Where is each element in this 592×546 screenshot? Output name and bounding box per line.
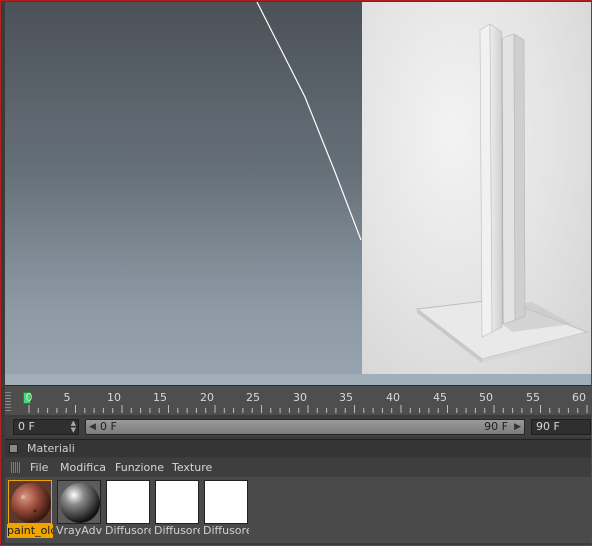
timeline-ruler[interactable]: 0 5 10 15 20 25 30 35 40 45 50 55 60	[13, 386, 591, 416]
range-start-label: 0 F	[100, 420, 117, 433]
tick-label: 5	[63, 391, 71, 404]
tick-label: 30	[293, 391, 307, 404]
range-slider[interactable]: ◀ 0 F 90 F ▶	[85, 419, 525, 435]
tick-label: 40	[386, 391, 400, 404]
viewport[interactable]	[5, 2, 591, 385]
material-name: Diffusore	[105, 524, 151, 537]
range-bar: 0 F ▲ ▼ ◀ 0 F 90 F ▶ 90 F	[5, 417, 591, 437]
tick-label: 35	[339, 391, 353, 404]
material-preview	[57, 480, 101, 524]
material-preview	[155, 480, 199, 524]
material-preview	[8, 480, 52, 524]
materials-panel-title: Materiali	[27, 442, 75, 455]
menu-funzione[interactable]: Funzione	[115, 461, 164, 474]
column-render	[415, 23, 589, 363]
end-frame-value: 90 F	[536, 420, 560, 433]
material-name: Diffusore	[154, 524, 200, 537]
tick-label: 50	[479, 391, 493, 404]
material-name: VrayAdva	[56, 524, 102, 537]
tick-label: 10	[107, 391, 121, 404]
grip-icon[interactable]	[5, 392, 11, 412]
material-item[interactable]: paint_olc	[7, 480, 53, 538]
material-item[interactable]: Diffusore	[203, 480, 249, 538]
tick-label: 0	[25, 391, 33, 404]
arrow-left-icon[interactable]: ◀	[89, 420, 96, 434]
materials-menubar: File Modifica Funzione Texture	[5, 458, 591, 477]
tick-label: 55	[526, 391, 540, 404]
arrow-right-icon[interactable]: ▶	[514, 420, 521, 434]
material-item[interactable]: Diffusore	[154, 480, 200, 538]
tick-label: 45	[433, 391, 447, 404]
tick-label: 20	[200, 391, 214, 404]
end-frame-field[interactable]: 90 F	[531, 419, 591, 435]
menu-modifica[interactable]: Modifica	[60, 461, 106, 474]
materials-list: paint_olc VrayAdva	[5, 477, 591, 543]
material-name: paint_olc	[7, 524, 53, 538]
menu-texture[interactable]: Texture	[172, 461, 212, 474]
start-frame-value: 0 F	[18, 420, 35, 433]
square-icon[interactable]	[9, 444, 18, 453]
grip-icon[interactable]	[11, 462, 21, 473]
stepper-icon[interactable]: ▲ ▼	[71, 420, 76, 434]
timeline[interactable]: 0 5 10 15 20 25 30 35 40 45 50 55 60	[5, 385, 591, 415]
render-preview	[362, 2, 591, 374]
material-item[interactable]: Diffusore	[105, 480, 151, 538]
app-frame: 0 5 10 15 20 25 30 35 40 45 50 55 60 0 F…	[0, 0, 592, 546]
tick-label: 25	[246, 391, 260, 404]
materials-panel-header: Materiali	[5, 439, 591, 457]
menu-file[interactable]: File	[30, 461, 48, 474]
viewport-floor	[5, 374, 591, 385]
material-item[interactable]: VrayAdva	[56, 480, 102, 538]
material-preview	[204, 480, 248, 524]
tick-label: 15	[153, 391, 167, 404]
range-end-label: 90 F	[484, 420, 508, 433]
material-preview	[106, 480, 150, 524]
start-frame-field[interactable]: 0 F ▲ ▼	[13, 419, 79, 435]
tick-label: 60	[572, 391, 586, 404]
material-name: Diffusore	[203, 524, 249, 537]
tick-marks	[28, 405, 588, 413]
